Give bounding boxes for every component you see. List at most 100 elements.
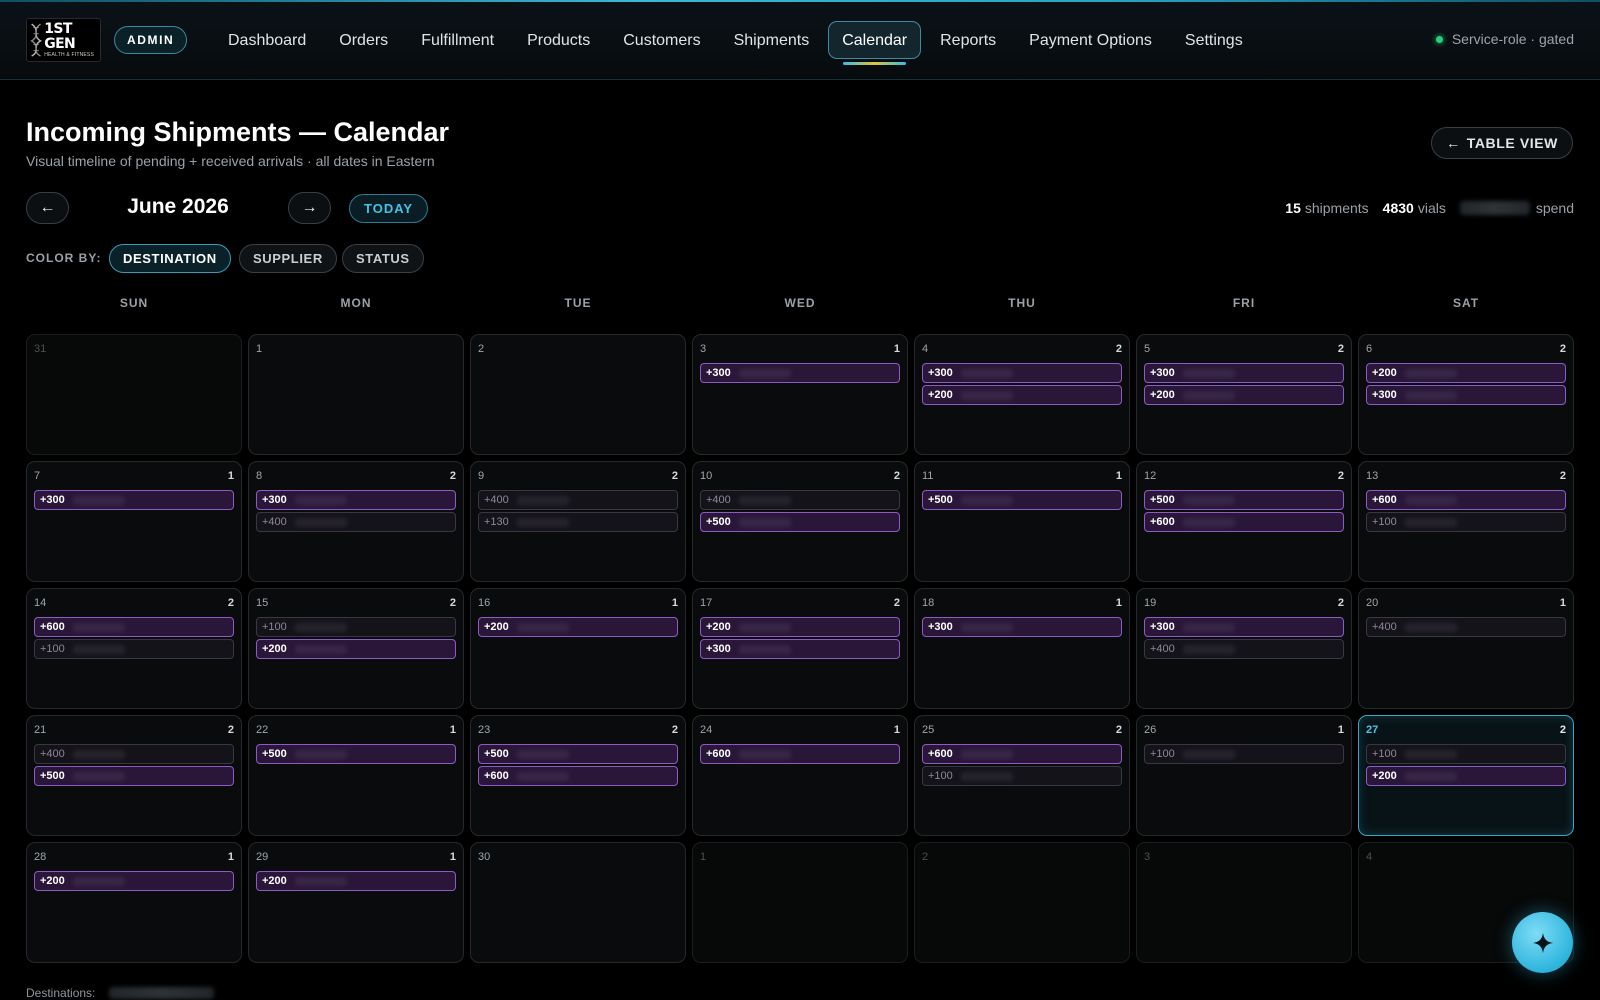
shipment-pill-pending[interactable]: +100 xyxy=(922,766,1122,786)
shipment-pill-pending[interactable]: +400 xyxy=(1366,617,1566,637)
calendar-day-cell[interactable]: 21 2 +400 +500 xyxy=(26,715,242,836)
color-by-destination-chip[interactable]: DESTINATION xyxy=(109,244,231,273)
color-by-supplier-chip[interactable]: SUPPLIER xyxy=(239,244,337,273)
shipment-pill-pending[interactable]: +400 xyxy=(34,744,234,764)
calendar-day-cell[interactable]: 10 2 +400 +500 xyxy=(692,461,908,582)
next-month-button[interactable]: → xyxy=(288,192,331,224)
shipment-pill-received[interactable]: +300 xyxy=(700,639,900,659)
shipment-pill-received[interactable]: +200 xyxy=(256,871,456,891)
shipment-pill-pending[interactable]: +400 xyxy=(700,490,900,510)
shipment-pill-received[interactable]: +200 xyxy=(1366,766,1566,786)
shipment-pill-received[interactable]: +600 xyxy=(922,744,1122,764)
shipment-pill-received[interactable]: +600 xyxy=(34,617,234,637)
calendar-day-cell[interactable]: 8 2 +300 +400 xyxy=(248,461,464,582)
shipment-pill-pending[interactable]: +400 xyxy=(256,512,456,532)
nav-item-calendar[interactable]: Calendar xyxy=(828,21,922,65)
shipment-quantity: +100 xyxy=(1372,516,1397,528)
nav-item-dashboard[interactable]: Dashboard xyxy=(214,21,320,59)
calendar-day-cell[interactable]: 19 2 +300 +400 xyxy=(1136,588,1352,709)
shipment-pill-received[interactable]: +300 xyxy=(1144,617,1344,637)
nav-item-reports[interactable]: Reports xyxy=(926,21,1010,59)
shipment-pill-received[interactable]: +200 xyxy=(34,871,234,891)
color-by-status-chip[interactable]: STATUS xyxy=(342,244,424,273)
calendar-day-cell[interactable]: 12 2 +500 +600 xyxy=(1136,461,1352,582)
calendar-day-cell[interactable]: 26 1 +100 xyxy=(1136,715,1352,836)
shipment-pill-received[interactable]: +600 xyxy=(700,744,900,764)
calendar-day-cell[interactable]: 20 1 +400 xyxy=(1358,588,1574,709)
day-number: 22 xyxy=(256,724,269,736)
calendar-day-cell[interactable]: 5 2 +300 +200 xyxy=(1136,334,1352,455)
calendar-day-cell-today[interactable]: 27 2 +100 +200 xyxy=(1358,715,1574,836)
calendar-day-cell[interactable]: 3 1 +300 xyxy=(692,334,908,455)
nav-item-products[interactable]: Products xyxy=(513,21,604,59)
calendar-day-cell[interactable]: 4 2 +300 +200 xyxy=(914,334,1130,455)
shipment-pill-received[interactable]: +600 xyxy=(1144,512,1344,532)
shipment-pill-received[interactable]: +200 xyxy=(1144,385,1344,405)
calendar-day-cell[interactable]: 17 2 +200 +300 xyxy=(692,588,908,709)
calendar-day-cell[interactable]: 7 1 +300 xyxy=(26,461,242,582)
nav-item-shipments[interactable]: Shipments xyxy=(720,21,824,59)
day-number: 20 xyxy=(1366,597,1379,609)
calendar-day-cell[interactable]: 29 1 +200 xyxy=(248,842,464,963)
shipment-pill-received[interactable]: +500 xyxy=(922,490,1122,510)
shipment-pill-pending[interactable]: +100 xyxy=(34,639,234,659)
shipment-pill-received[interactable]: +200 xyxy=(700,617,900,637)
calendar-day-cell[interactable]: 18 1 +300 xyxy=(914,588,1130,709)
shipment-pill-received[interactable]: +300 xyxy=(256,490,456,510)
shipment-pill-received[interactable]: +200 xyxy=(478,617,678,637)
shipment-pill-received[interactable]: +300 xyxy=(922,617,1122,637)
calendar-day-cell[interactable]: 1 xyxy=(248,334,464,455)
shipment-pill-received[interactable]: +300 xyxy=(34,490,234,510)
calendar-day-cell[interactable]: 2 xyxy=(914,842,1130,963)
nav-item-payment-options[interactable]: Payment Options xyxy=(1015,21,1166,59)
shipment-pill-pending[interactable]: +130 xyxy=(478,512,678,532)
assistant-fab-button[interactable] xyxy=(1512,912,1573,973)
shipment-pill-received[interactable]: +300 xyxy=(1144,363,1344,383)
calendar-day-cell[interactable]: 24 1 +600 xyxy=(692,715,908,836)
brand-logo[interactable]: 1ST GEN HEALTH & FITNESS xyxy=(26,18,101,62)
shipment-pill-received[interactable]: +200 xyxy=(1366,363,1566,383)
today-button[interactable]: TODAY xyxy=(349,194,429,223)
calendar-day-cell[interactable]: 9 2 +400 +130 xyxy=(470,461,686,582)
shipment-pill-pending[interactable]: +400 xyxy=(1144,639,1344,659)
calendar-day-cell[interactable]: 31 xyxy=(26,334,242,455)
shipment-pill-received[interactable]: +300 xyxy=(1366,385,1566,405)
shipment-pill-pending[interactable]: +100 xyxy=(256,617,456,637)
nav-item-settings[interactable]: Settings xyxy=(1171,21,1257,59)
table-view-button[interactable]: ← TABLE VIEW xyxy=(1431,127,1573,159)
calendar-day-cell[interactable]: 15 2 +100 +200 xyxy=(248,588,464,709)
calendar-day-cell[interactable]: 1 xyxy=(692,842,908,963)
nav-item-fulfillment[interactable]: Fulfillment xyxy=(407,21,508,59)
shipment-pill-pending[interactable]: +100 xyxy=(1144,744,1344,764)
calendar-day-cell[interactable]: 28 1 +200 xyxy=(26,842,242,963)
calendar-day-cell[interactable]: 6 2 +200 +300 xyxy=(1358,334,1574,455)
calendar-day-cell[interactable]: 23 2 +500 +600 xyxy=(470,715,686,836)
shipment-pill-received[interactable]: +200 xyxy=(922,385,1122,405)
calendar-day-cell[interactable]: 30 xyxy=(470,842,686,963)
shipment-pill-pending[interactable]: +100 xyxy=(1366,512,1566,532)
shipment-pill-received[interactable]: +300 xyxy=(922,363,1122,383)
calendar-day-cell[interactable]: 16 1 +200 xyxy=(470,588,686,709)
shipment-pill-pending[interactable]: +400 xyxy=(478,490,678,510)
shipment-pill-pending[interactable]: +100 xyxy=(1366,744,1566,764)
day-number: 3 xyxy=(1144,851,1151,863)
nav-item-customers[interactable]: Customers xyxy=(609,21,714,59)
calendar-day-cell[interactable]: 2 xyxy=(470,334,686,455)
shipment-pill-received[interactable]: +500 xyxy=(256,744,456,764)
calendar-day-cell[interactable]: 3 xyxy=(1136,842,1352,963)
shipment-pill-received[interactable]: +200 xyxy=(256,639,456,659)
calendar-day-cell[interactable]: 25 2 +600 +100 xyxy=(914,715,1130,836)
calendar-day-cell[interactable]: 11 1 +500 xyxy=(914,461,1130,582)
calendar-day-cell[interactable]: 22 1 +500 xyxy=(248,715,464,836)
calendar-day-cell[interactable]: 13 2 +600 +100 xyxy=(1358,461,1574,582)
shipment-pill-received[interactable]: +600 xyxy=(478,766,678,786)
shipment-pill-received[interactable]: +600 xyxy=(1366,490,1566,510)
shipment-pill-received[interactable]: +500 xyxy=(34,766,234,786)
shipment-pill-received[interactable]: +500 xyxy=(478,744,678,764)
shipment-pill-received[interactable]: +500 xyxy=(1144,490,1344,510)
prev-month-button[interactable]: ← xyxy=(26,192,69,224)
shipment-pill-received[interactable]: +300 xyxy=(700,363,900,383)
calendar-day-cell[interactable]: 14 2 +600 +100 xyxy=(26,588,242,709)
nav-item-orders[interactable]: Orders xyxy=(325,21,402,59)
shipment-pill-received[interactable]: +500 xyxy=(700,512,900,532)
